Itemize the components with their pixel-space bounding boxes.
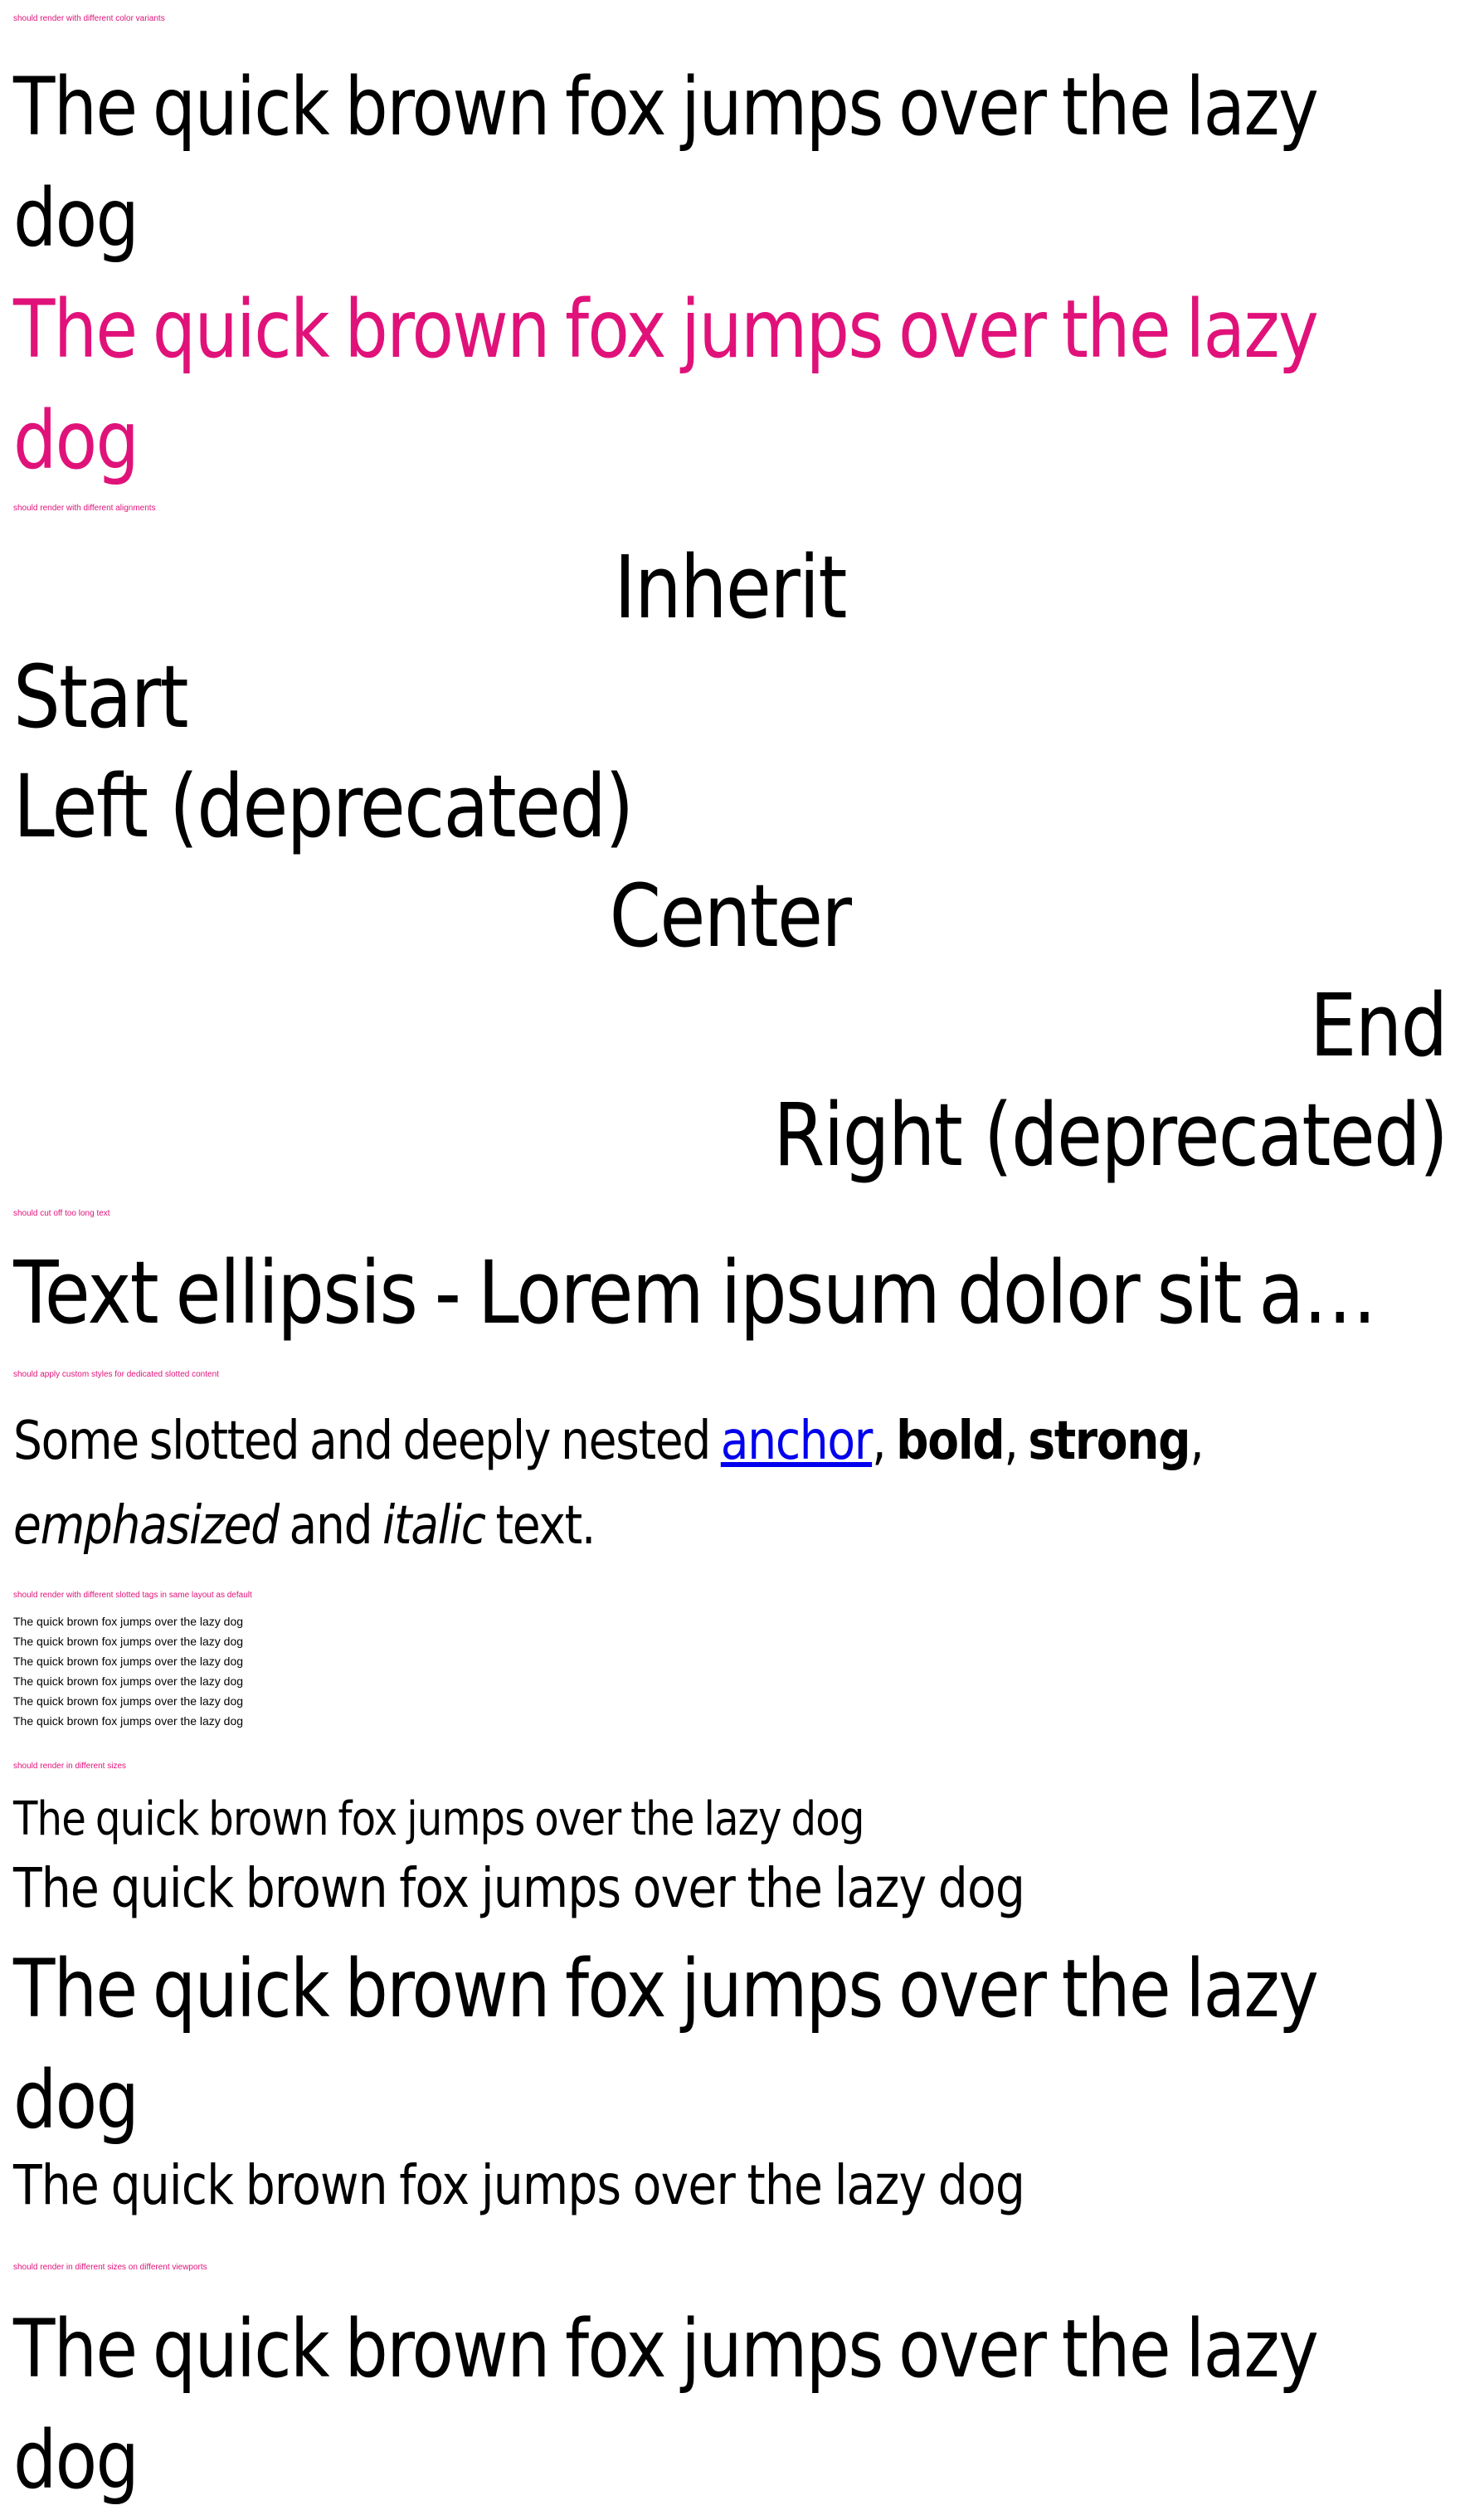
section-viewports: should render in different sizes on diff… (13, 2262, 1447, 2516)
text-align-start: Start (13, 646, 189, 748)
punctuation: , (872, 1411, 897, 1472)
text-responsive-size: The quick brown fox jumps over the lazy … (13, 2303, 1319, 2507)
section-caption: should apply custom styles for dedicated… (13, 1370, 219, 1379)
section-color-variants: should render with different color varia… (13, 13, 1447, 496)
text-brand-color: The quick brown fox jumps over the lazy … (13, 283, 1319, 487)
text-ellipsis: Text ellipsis - Lorem ipsum dolor sit am… (13, 1242, 1447, 1343)
text-default-color: The quick brown fox jumps over the lazy … (13, 61, 1319, 265)
section-caption: should render with different slotted tag… (13, 1591, 252, 1600)
text-align-left: Left (deprecated) (13, 756, 634, 857)
text-size-inherit: The quick brown fox jumps over the lazy … (13, 2153, 1025, 2217)
punctuation: , (1004, 1411, 1029, 1472)
slotted-tag-line: The quick brown fox jumps over the lazy … (13, 1615, 244, 1628)
section-sizes: should render in different sizes The qui… (13, 1761, 1447, 2222)
slotted-and: and (278, 1495, 382, 1557)
punctuation: , (1190, 1411, 1204, 1472)
slotted-bold: bold (896, 1411, 1005, 1472)
section-slotted-styles: should apply custom styles for dedicated… (13, 1369, 1447, 1568)
slotted-suffix: text. (484, 1495, 596, 1557)
slotted-strong: strong (1028, 1411, 1190, 1472)
slotted-text: Some slotted and deeply nested anchor, b… (13, 1399, 1443, 1568)
text-align-end: End (1310, 975, 1448, 1076)
text-align-inherit: Inherit (614, 537, 847, 638)
section-caption: should render in different sizes (13, 1762, 127, 1771)
section-caption: should cut off too long text (13, 1209, 110, 1218)
text-size-large: The quick brown fox jumps over the lazy … (13, 1942, 1319, 2147)
slotted-tag-line: The quick brown fox jumps over the lazy … (13, 1714, 244, 1728)
section-caption: should render with different alignments (13, 504, 156, 513)
slotted-tag-line: The quick brown fox jumps over the lazy … (13, 1674, 244, 1688)
ellipsis-container: Text ellipsis - Lorem ipsum dolor sit am… (13, 1238, 1447, 1348)
text-align-right: Right (deprecated) (772, 1085, 1448, 1186)
section-alignments: should render with different alignments … (13, 503, 1448, 1190)
section-slotted-tags: should render with different slotted tag… (13, 1590, 1447, 1731)
section-caption: should render in different sizes on diff… (13, 2263, 207, 2272)
slotted-anchor-link[interactable]: anchor (721, 1411, 874, 1472)
slotted-tag-line: The quick brown fox jumps over the lazy … (13, 1655, 244, 1668)
slotted-emphasized: emphasized (13, 1495, 280, 1557)
slotted-tag-line: The quick brown fox jumps over the lazy … (13, 1635, 244, 1648)
section-ellipsis: should cut off too long text Text ellips… (13, 1208, 1447, 1348)
text-align-center: Center (609, 865, 852, 967)
slotted-tag-line: The quick brown fox jumps over the lazy … (13, 1694, 244, 1708)
section-caption: should render with different color varia… (13, 14, 165, 23)
text-size-small: The quick brown fox jumps over the lazy … (13, 1792, 864, 1846)
slotted-prefix: Some slotted and deeply nested (13, 1411, 721, 1472)
slotted-italic: italic (382, 1495, 486, 1557)
text-size-medium: The quick brown fox jumps over the lazy … (13, 1856, 1025, 1920)
